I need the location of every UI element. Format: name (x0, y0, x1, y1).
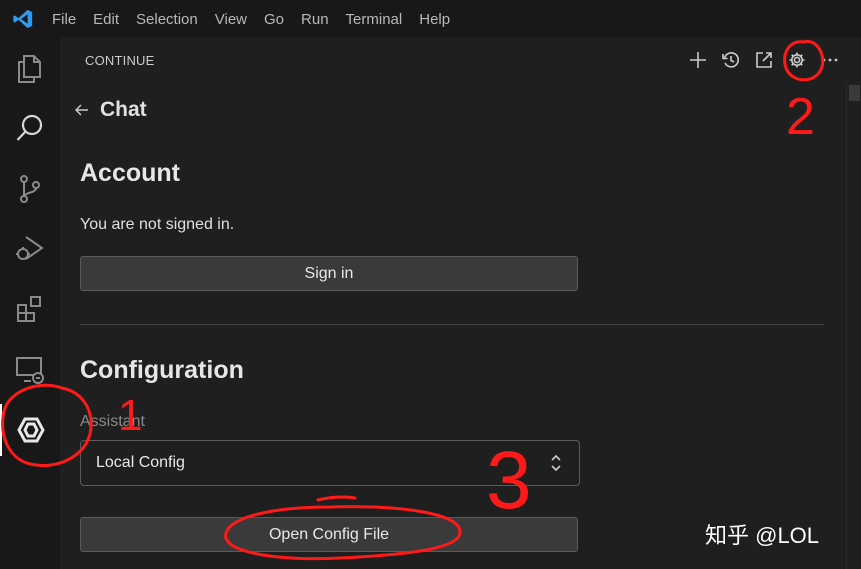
menu-selection[interactable]: Selection (136, 11, 198, 28)
panel-actions (681, 46, 846, 74)
source-control-icon (20, 175, 40, 203)
activity-bar (0, 38, 60, 569)
history-button[interactable] (714, 46, 747, 74)
menu-run[interactable]: Run (301, 11, 329, 28)
settings-button[interactable] (780, 46, 813, 74)
account-heading: Account (80, 159, 180, 187)
open-config-file-button[interactable]: Open Config File (80, 517, 578, 552)
explorer-icon (18, 55, 41, 83)
chevron-up-down-icon (551, 454, 561, 472)
search-icon (16, 114, 43, 141)
sign-in-status: You are not signed in. (80, 216, 235, 233)
menu-file[interactable]: File (52, 11, 76, 28)
menu-view[interactable]: View (215, 11, 247, 28)
configuration-heading: Configuration (80, 356, 244, 384)
open-in-editor-button[interactable] (747, 46, 780, 74)
title-bar: File Edit Selection View Go Run Terminal… (0, 0, 861, 38)
continue-icon (17, 417, 45, 443)
back-label: Chat (100, 98, 147, 121)
more-actions-button[interactable] (813, 46, 846, 74)
more-icon (822, 58, 837, 62)
remote-explorer-icon (16, 357, 44, 384)
menu-go[interactable]: Go (264, 11, 284, 28)
activity-remote-explorer[interactable] (0, 344, 60, 396)
vscode-logo-icon (13, 9, 33, 29)
continue-panel: CONTINUE Chat Account You are not signed… (60, 38, 846, 569)
scrollbar-thumb[interactable] (849, 85, 860, 101)
open-external-icon (755, 52, 772, 68)
watermark: 知乎 @LOL (705, 523, 820, 548)
back-to-chat[interactable]: Chat (74, 98, 147, 122)
menu-terminal[interactable]: Terminal (346, 11, 403, 28)
activity-extensions[interactable] (0, 283, 60, 335)
panel-header: CONTINUE (60, 38, 846, 83)
menu-edit[interactable]: Edit (93, 11, 119, 28)
section-divider (80, 324, 824, 325)
plus-icon (689, 52, 706, 68)
gear-icon (789, 52, 804, 68)
activity-search[interactable] (0, 102, 60, 154)
extensions-icon (17, 296, 41, 322)
history-icon (721, 52, 739, 68)
assistant-select-value: Local Config (96, 454, 185, 471)
new-session-button[interactable] (681, 46, 714, 74)
sign-in-button[interactable]: Sign in (80, 256, 578, 291)
assistant-label: Assistant (80, 413, 145, 430)
panel-title: CONTINUE (85, 53, 155, 68)
menu-help[interactable]: Help (419, 11, 450, 28)
assistant-select[interactable]: Local Config (80, 440, 580, 486)
activity-continue[interactable] (0, 404, 60, 456)
activity-explorer[interactable] (0, 43, 60, 95)
activity-source-control[interactable] (0, 163, 60, 215)
activity-run-debug[interactable] (0, 223, 60, 275)
panel-scrollbar[interactable] (846, 83, 861, 569)
arrow-left-icon (75, 104, 88, 116)
run-debug-icon (16, 236, 44, 260)
